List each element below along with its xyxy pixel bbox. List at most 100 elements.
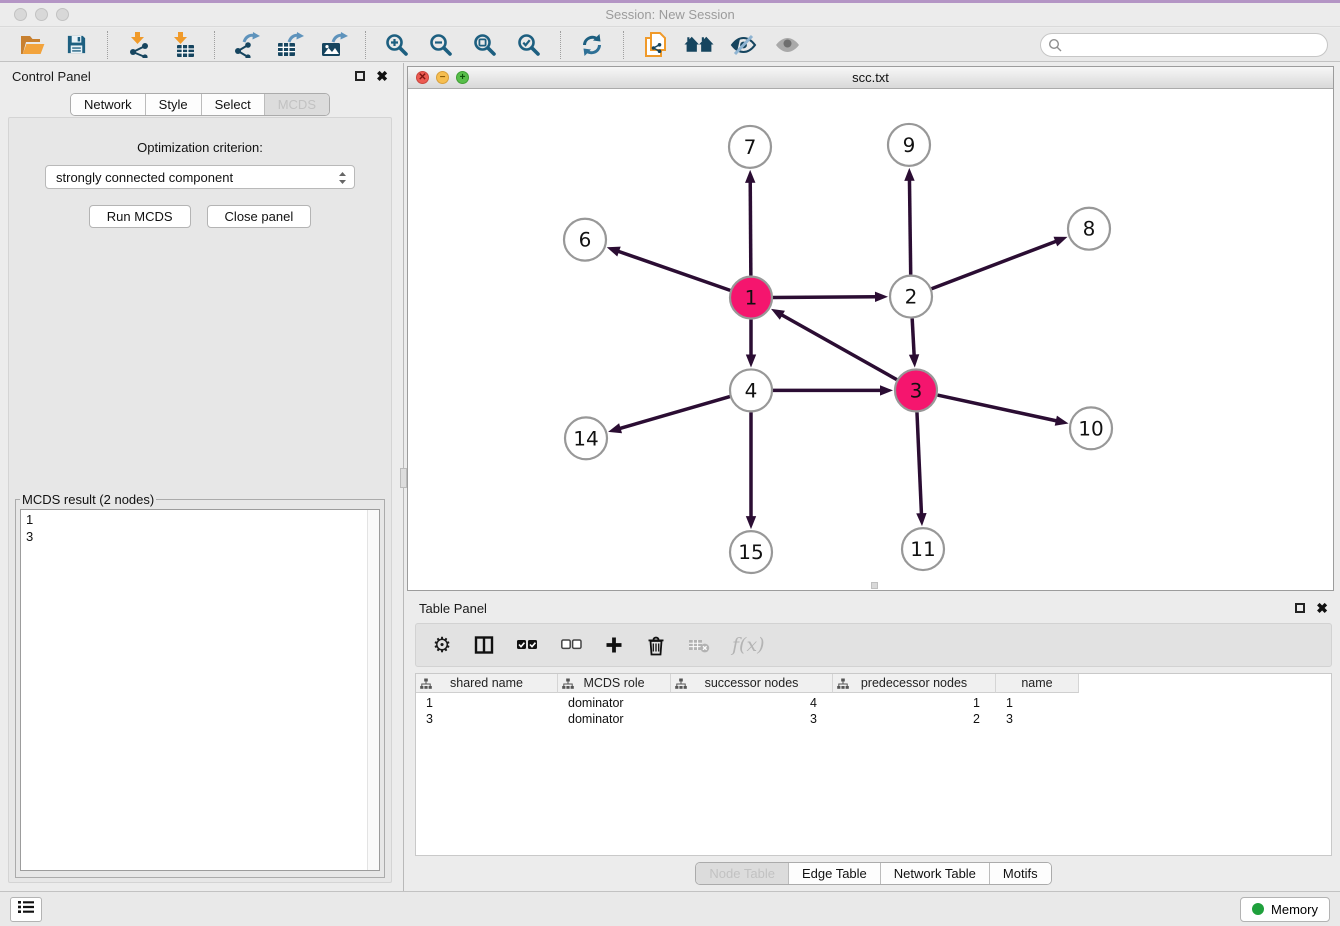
- column-header-MCDS-role[interactable]: MCDS role: [558, 674, 671, 693]
- gear-icon[interactable]: ⚙: [432, 635, 452, 656]
- columns-icon[interactable]: [474, 635, 494, 655]
- memory-button[interactable]: Memory: [1240, 897, 1330, 922]
- network-graph[interactable]: 7968124314101511: [408, 89, 1333, 590]
- cell-predecessor-nodes[interactable]: 2: [833, 712, 996, 726]
- column-header-successor-nodes[interactable]: successor nodes: [671, 674, 833, 693]
- memory-label: Memory: [1271, 902, 1318, 917]
- maximize-window-icon[interactable]: [56, 8, 69, 21]
- export-image-icon[interactable]: [319, 31, 349, 59]
- table-row[interactable]: 1dominator411: [416, 695, 1331, 711]
- frame-close-icon[interactable]: ✕: [416, 71, 429, 84]
- column-header-predecessor-nodes[interactable]: predecessor nodes: [833, 674, 996, 693]
- frame-minimize-icon[interactable]: −: [436, 71, 449, 84]
- cell-MCDS-role[interactable]: dominator: [558, 696, 671, 710]
- trash-icon[interactable]: [646, 635, 666, 656]
- edge-1-6[interactable]: [617, 251, 730, 290]
- tab-select[interactable]: Select: [202, 94, 265, 115]
- edge-1-2[interactable]: [773, 297, 877, 298]
- criterion-dropdown[interactable]: strongly connected component: [45, 165, 355, 189]
- window-traffic-lights[interactable]: [14, 8, 69, 21]
- cell-successor-nodes[interactable]: 4: [671, 696, 833, 710]
- window-titlebar[interactable]: Session: New Session: [0, 3, 1340, 27]
- network-canvas[interactable]: 7968124314101511: [408, 89, 1333, 590]
- tab-network-table[interactable]: Network Table: [881, 863, 990, 884]
- panel-splitter[interactable]: [400, 63, 407, 891]
- result-scrollbar[interactable]: [367, 510, 379, 870]
- edge-3-10[interactable]: [937, 395, 1057, 421]
- tab-mcds[interactable]: MCDS: [265, 94, 329, 115]
- graph-node-label-11: 11: [910, 537, 935, 561]
- tab-node-table[interactable]: Node Table: [696, 863, 789, 884]
- unselect-all-icon[interactable]: [560, 638, 582, 652]
- mcds-result-value: 1: [26, 511, 374, 528]
- zoom-fit-icon[interactable]: [470, 31, 500, 59]
- zoom-selected-icon[interactable]: [514, 31, 544, 59]
- save-icon[interactable]: [61, 31, 91, 59]
- add-icon[interactable]: [604, 635, 624, 655]
- column-tree-icon: [562, 678, 574, 693]
- tab-motifs[interactable]: Motifs: [990, 863, 1051, 884]
- refresh-icon[interactable]: [577, 31, 607, 59]
- column-header-shared-name[interactable]: shared name: [416, 674, 558, 693]
- toolbar-separator: [365, 31, 366, 59]
- edge-3-11[interactable]: [917, 412, 922, 515]
- home-icon[interactable]: [684, 31, 714, 59]
- edge-2-3[interactable]: [912, 319, 914, 357]
- edge-arrowhead-3-11: [916, 513, 926, 526]
- cell-name[interactable]: 1: [996, 696, 1079, 710]
- zoom-out-icon[interactable]: [426, 31, 456, 59]
- tab-network[interactable]: Network: [71, 94, 146, 115]
- cell-predecessor-nodes[interactable]: 1: [833, 696, 996, 710]
- select-all-icon[interactable]: [516, 638, 538, 652]
- close-window-icon[interactable]: [14, 8, 27, 21]
- close-panel-button[interactable]: Close panel: [207, 205, 312, 228]
- mcds-result-box[interactable]: 13: [20, 509, 380, 871]
- control-panel-tabs: NetworkStyleSelectMCDS: [0, 93, 400, 116]
- node-table[interactable]: shared nameMCDS rolesuccessor nodesprede…: [415, 673, 1332, 856]
- graph-node-label-4: 4: [745, 378, 758, 402]
- tab-edge-table[interactable]: Edge Table: [789, 863, 881, 884]
- import-network-icon[interactable]: [124, 31, 154, 59]
- float-panel-icon[interactable]: [355, 71, 365, 81]
- run-mcds-button[interactable]: Run MCDS: [89, 205, 191, 228]
- table-row[interactable]: 3dominator323: [416, 711, 1331, 727]
- task-history-button[interactable]: [10, 897, 42, 922]
- edge-arrowhead-1-6: [607, 247, 621, 257]
- minimize-window-icon[interactable]: [35, 8, 48, 21]
- edge-2-9[interactable]: [909, 179, 910, 275]
- import-table-icon[interactable]: [168, 31, 198, 59]
- frame-maximize-icon[interactable]: +: [456, 71, 469, 84]
- open-folder-icon[interactable]: [17, 31, 47, 59]
- show-eye-icon[interactable]: [772, 31, 802, 59]
- search-input[interactable]: [1040, 33, 1328, 57]
- network-view-titlebar[interactable]: ✕ − + scc.txt: [408, 67, 1333, 89]
- network-file-icon[interactable]: [640, 31, 670, 59]
- tab-style[interactable]: Style: [146, 94, 202, 115]
- float-table-panel-icon[interactable]: [1295, 603, 1305, 613]
- edge-arrowhead-2-8: [1054, 237, 1068, 247]
- close-panel-icon[interactable]: ✖: [376, 69, 388, 83]
- zoom-in-icon[interactable]: [382, 31, 412, 59]
- close-table-panel-icon[interactable]: ✖: [1316, 601, 1328, 615]
- mcds-result-title: MCDS result (2 nodes): [20, 492, 156, 507]
- cell-successor-nodes[interactable]: 3: [671, 712, 833, 726]
- export-table-icon[interactable]: [275, 31, 305, 59]
- edge-1-7[interactable]: [750, 181, 751, 276]
- edge-4-14[interactable]: [619, 397, 730, 429]
- window-title: Session: New Session: [605, 7, 734, 22]
- edge-3-1[interactable]: [781, 314, 897, 379]
- cell-MCDS-role[interactable]: dominator: [558, 712, 671, 726]
- splitter-handle[interactable]: [400, 468, 407, 488]
- memory-status-icon: [1252, 903, 1264, 915]
- canvas-resize-handle[interactable]: [871, 582, 878, 589]
- cell-shared-name[interactable]: 3: [416, 712, 558, 726]
- cell-shared-name[interactable]: 1: [416, 696, 558, 710]
- column-header-name[interactable]: name: [996, 674, 1079, 693]
- graph-node-label-6: 6: [579, 228, 592, 252]
- dropdown-stepper-icon: [338, 170, 347, 189]
- cell-name[interactable]: 3: [996, 712, 1079, 726]
- export-network-icon[interactable]: [231, 31, 261, 59]
- edge-2-8[interactable]: [932, 241, 1058, 289]
- hide-eye-icon[interactable]: [728, 31, 758, 59]
- desktop-edge: [0, 0, 1340, 3]
